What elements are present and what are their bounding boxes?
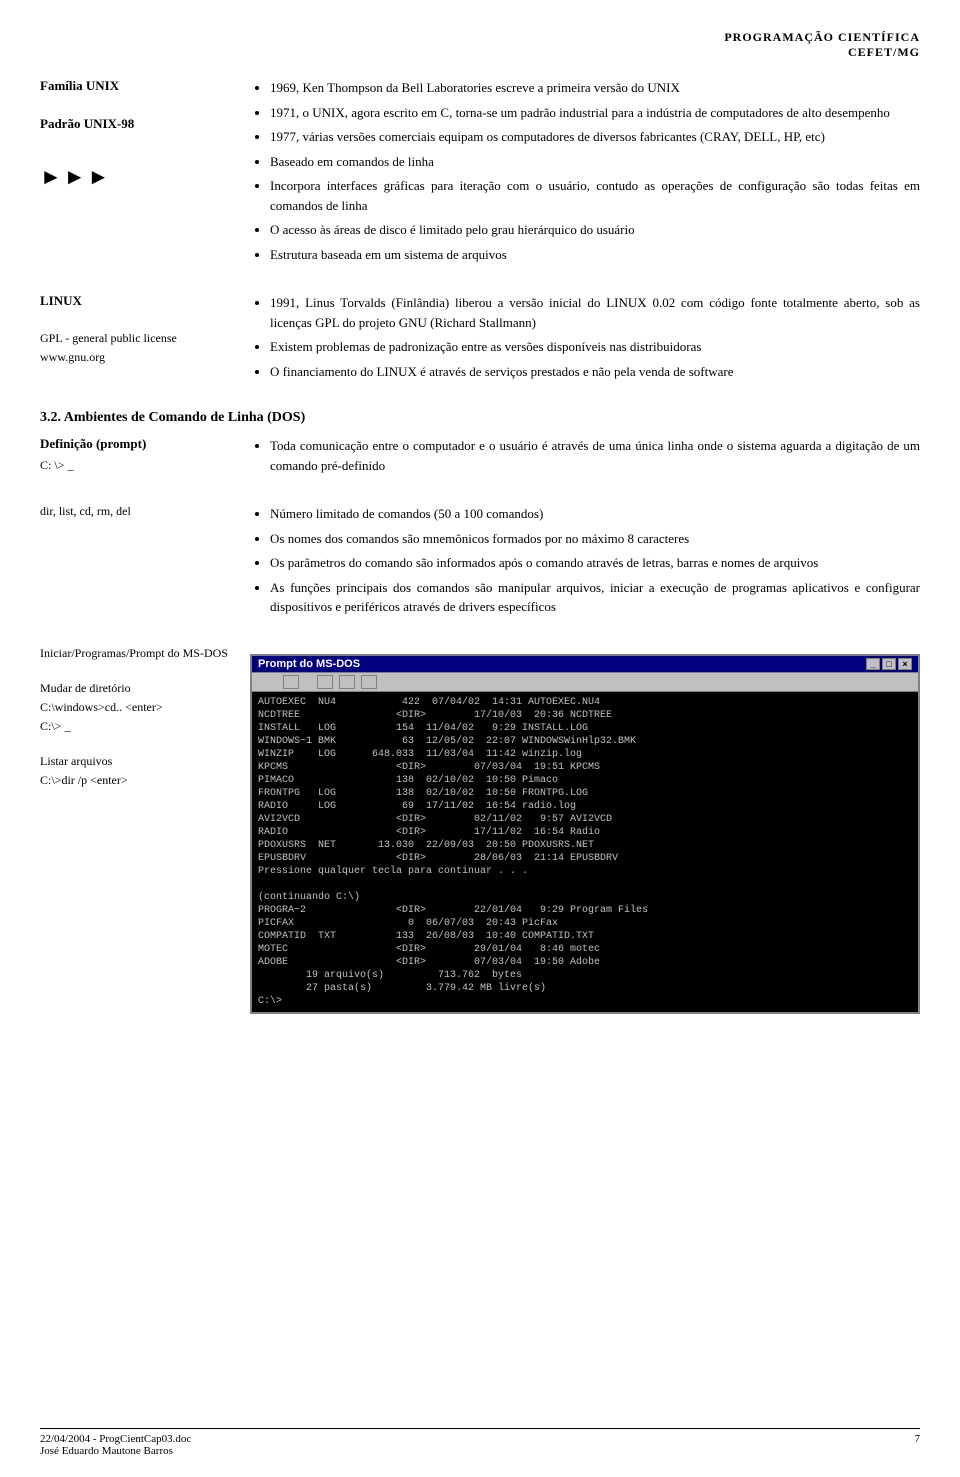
linux-label: LINUX bbox=[40, 293, 230, 309]
page-header: PROGRAMAÇÃO CIENTÍFICA CEFET/MG bbox=[40, 30, 920, 60]
unix-bullet-3: 1977, várias versões comerciais equipam … bbox=[270, 127, 920, 147]
dos-body: AUTOEXEC NU4 422 07/04/02 14:31 AUTOEXEC… bbox=[252, 692, 918, 1012]
linux-right: 1991, Linus Torvalds (Finlândia) liberou… bbox=[250, 293, 920, 386]
page-footer: 22/04/2004 - ProgCientCap03.doc José Edu… bbox=[40, 1428, 920, 1457]
prompt-example: C: \> _ bbox=[40, 458, 230, 473]
close-button[interactable]: × bbox=[898, 658, 912, 670]
linux-bullet-3: O financiamento do LINUX é através de se… bbox=[270, 362, 920, 382]
maximize-button[interactable]: □ bbox=[882, 658, 896, 670]
dos-title-text: Prompt do MS-DOS bbox=[258, 658, 360, 670]
unix-bullet-7: Estrutura baseada em um sistema de arqui… bbox=[270, 245, 920, 265]
footer-date: 22/04/2004 - ProgCientCap03.doc bbox=[40, 1433, 191, 1445]
toolbar-icon-2[interactable]: C bbox=[317, 675, 333, 689]
unix-bullet-4: Baseado em comandos de linha bbox=[270, 152, 920, 172]
dir-p-label: C:\>dir /p <enter> bbox=[40, 773, 230, 788]
dos-cmd-bullet-3: Os parâmetros do comando são informados … bbox=[270, 553, 920, 573]
section-msdos-terminal: Iniciar/Programas/Prompt do MS-DOS Mudar… bbox=[40, 646, 920, 1014]
dos-titlebar: Prompt do MS-DOS _ □ × bbox=[252, 656, 918, 673]
iniciar-label: Iniciar/Programas/Prompt do MS-DOS bbox=[40, 646, 230, 661]
dos-def-left: Definição (prompt) C: \> _ bbox=[40, 436, 250, 480]
padrao-unix-label: Padrão UNIX-98 bbox=[40, 116, 230, 132]
definicao-label: Definição (prompt) bbox=[40, 436, 230, 452]
header-title-line1: PROGRAMAÇÃO CIENTÍFICA bbox=[40, 30, 920, 45]
unix-bullet-2: 1971, o UNIX, agora escrito em C, torna-… bbox=[270, 103, 920, 123]
dos-def-right: Toda comunicação entre o computador e o … bbox=[250, 436, 920, 480]
msdos-right: Prompt do MS-DOS _ □ × Auto ▼ | C P A AU… bbox=[250, 646, 920, 1014]
cd-enter-label: C:\windows>cd.. <enter> bbox=[40, 700, 230, 715]
header-title-line2: CEFET/MG bbox=[40, 45, 920, 60]
toolbar-spacer: | bbox=[309, 677, 311, 687]
toolbar-icon-1[interactable]: ▼ bbox=[283, 675, 299, 689]
unix-bullet-5: Incorpora interfaces gráficas para itera… bbox=[270, 176, 920, 215]
linux-bullet-1: 1991, Linus Torvalds (Finlândia) liberou… bbox=[270, 293, 920, 332]
unix-bullet-1: 1969, Ken Thompson da Bell Laboratories … bbox=[270, 78, 920, 98]
footer-author: José Eduardo Mautone Barros bbox=[40, 1445, 191, 1457]
section-linux: LINUX GPL - general public license www.g… bbox=[40, 293, 920, 386]
gnu-url-label: www.gnu.org bbox=[40, 350, 230, 365]
section-dos-definition: Definição (prompt) C: \> _ Toda comunica… bbox=[40, 436, 920, 480]
linux-bullet-list: 1991, Linus Torvalds (Finlândia) liberou… bbox=[250, 293, 920, 381]
dos-heading: 3.2. Ambientes de Comando de Linha (DOS) bbox=[40, 410, 920, 426]
unix-bullet-6: O acesso às áreas de disco é limitado pe… bbox=[270, 220, 920, 240]
dir-list-label: dir, list, cd, rm, del bbox=[40, 504, 230, 519]
footer-left-block: 22/04/2004 - ProgCientCap03.doc José Edu… bbox=[40, 1433, 191, 1457]
c-prompt-label: C:\> _ bbox=[40, 719, 230, 734]
listar-label: Listar arquivos bbox=[40, 754, 230, 769]
dos-cmd-bullet-2: Os nomes dos comandos são mnemônicos for… bbox=[270, 529, 920, 549]
gpl-label: GPL - general public license bbox=[40, 331, 230, 346]
section-dos-heading-wrapper: 3.2. Ambientes de Comando de Linha (DOS) bbox=[40, 410, 920, 426]
familia-unix-label: Família UNIX bbox=[40, 78, 230, 94]
mudar-dir-label: Mudar de diretório bbox=[40, 681, 230, 696]
unix-right: 1969, Ken Thompson da Bell Laboratories … bbox=[250, 78, 920, 269]
toolbar-icon-4[interactable]: A bbox=[361, 675, 377, 689]
linux-bullet-2: Existem problemas de padronização entre … bbox=[270, 337, 920, 357]
dos-cmd-bullet-list: Número limitado de comandos (50 a 100 co… bbox=[250, 504, 920, 617]
dos-terminal-window: Prompt do MS-DOS _ □ × Auto ▼ | C P A AU… bbox=[250, 654, 920, 1014]
msdos-left: Iniciar/Programas/Prompt do MS-DOS Mudar… bbox=[40, 646, 250, 1014]
toolbar-icon-3[interactable]: P bbox=[339, 675, 355, 689]
dos-def-bullet-1: Toda comunicação entre o computador e o … bbox=[270, 436, 920, 475]
minimize-button[interactable]: _ bbox=[866, 658, 880, 670]
dos-window-buttons: _ □ × bbox=[866, 658, 912, 670]
unix-left: Família UNIX Padrão UNIX-98 ►►► bbox=[40, 78, 250, 269]
dos-cmd-right: Número limitado de comandos (50 a 100 co… bbox=[250, 504, 920, 622]
footer-page-number: 7 bbox=[915, 1433, 921, 1445]
section-unix: Família UNIX Padrão UNIX-98 ►►► 1969, Ke… bbox=[40, 78, 920, 269]
arrows-icon: ►►► bbox=[40, 164, 230, 190]
dos-def-bullet-list: Toda comunicação entre o computador e o … bbox=[250, 436, 920, 475]
dos-cmd-bullet-4: As funções principais dos comandos são m… bbox=[270, 578, 920, 617]
dos-cmd-left: dir, list, cd, rm, del bbox=[40, 504, 250, 622]
toolbar-auto-label: Auto bbox=[256, 676, 277, 687]
unix-bullet-list: 1969, Ken Thompson da Bell Laboratories … bbox=[250, 78, 920, 264]
linux-left: LINUX GPL - general public license www.g… bbox=[40, 293, 250, 386]
dos-cmd-bullet-1: Número limitado de comandos (50 a 100 co… bbox=[270, 504, 920, 524]
section-dos-commands: dir, list, cd, rm, del Número limitado d… bbox=[40, 504, 920, 622]
page-container: PROGRAMAÇÃO CIENTÍFICA CEFET/MG Família … bbox=[0, 0, 960, 1477]
dos-toolbar: Auto ▼ | C P A bbox=[252, 673, 918, 692]
